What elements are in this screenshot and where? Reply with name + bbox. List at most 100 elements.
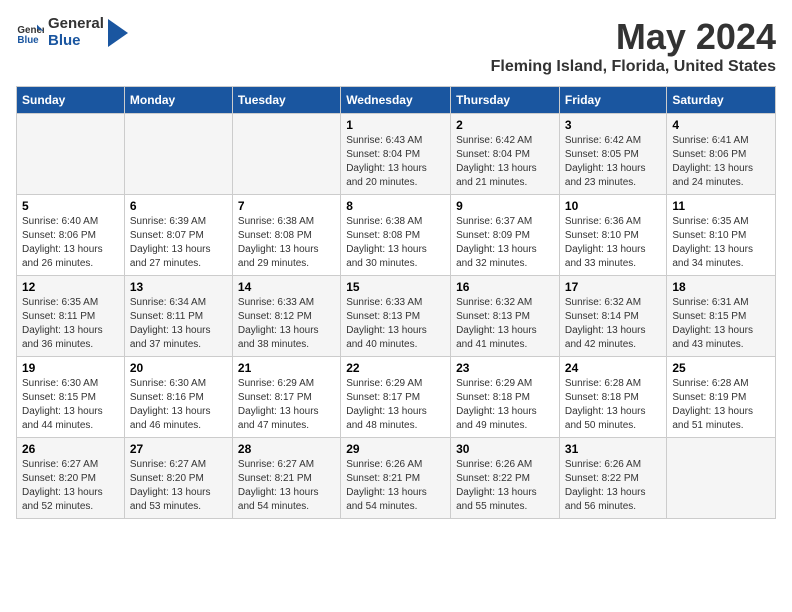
day-number: 27 xyxy=(130,442,227,456)
weekday-header-monday: Monday xyxy=(124,87,232,114)
day-number: 23 xyxy=(456,361,554,375)
day-number: 9 xyxy=(456,199,554,213)
day-number: 16 xyxy=(456,280,554,294)
svg-text:Blue: Blue xyxy=(17,34,39,45)
day-number: 2 xyxy=(456,118,554,132)
calendar-cell: 4 Sunrise: 6:41 AMSunset: 8:06 PMDaylight… xyxy=(667,114,776,195)
calendar-cell: 19Sunrise: 6:30 AMSunset: 8:15 PMDayligh… xyxy=(17,357,125,438)
day-number: 15 xyxy=(346,280,445,294)
day-info: Sunrise: 6:27 AMSunset: 8:20 PMDaylight:… xyxy=(130,458,227,514)
day-number: 22 xyxy=(346,361,445,375)
calendar-cell xyxy=(232,114,340,195)
calendar-cell xyxy=(667,438,776,519)
calendar-cell: 9Sunrise: 6:37 AMSunset: 8:09 PMDaylight… xyxy=(451,195,560,276)
day-number: 7 xyxy=(238,199,335,213)
calendar-cell: 3 Sunrise: 6:42 AMSunset: 8:05 PMDaylight… xyxy=(559,114,666,195)
calendar-cell: 29Sunrise: 6:26 AMSunset: 8:21 PMDayligh… xyxy=(341,438,451,519)
day-number: 13 xyxy=(130,280,227,294)
calendar-cell: 10Sunrise: 6:36 AMSunset: 8:10 PMDayligh… xyxy=(559,195,666,276)
header: General Blue General Blue May 2024 Flemi… xyxy=(16,16,776,76)
calendar-cell: 6 Sunrise: 6:39 AMSunset: 8:07 PMDaylight… xyxy=(124,195,232,276)
calendar-cell: 24 Sunrise: 6:28 AMSunset: 8:18 PMDayligh… xyxy=(559,357,666,438)
calendar-cell: 26 Sunrise: 6:27 AMSunset: 8:20 PMDayligh… xyxy=(17,438,125,519)
calendar-cell: 11 Sunrise: 6:35 AMSunset: 8:10 PMDayligh… xyxy=(667,195,776,276)
calendar-cell: 8 Sunrise: 6:38 AMSunset: 8:08 PMDaylight… xyxy=(341,195,451,276)
day-info: Sunrise: 6:42 AMSunset: 8:04 PMDaylight:… xyxy=(456,134,554,190)
day-info: Sunrise: 6:27 AMSunset: 8:20 PMDaylight:… xyxy=(22,458,119,514)
day-number: 24 xyxy=(565,361,661,375)
day-number: 3 xyxy=(565,118,661,132)
day-number: 31 xyxy=(565,442,661,456)
logo-general-text: General xyxy=(48,16,104,33)
weekday-header-saturday: Saturday xyxy=(667,87,776,114)
calendar-cell: 16 Sunrise: 6:32 AMSunset: 8:13 PMDayligh… xyxy=(451,276,560,357)
day-info: Sunrise: 6:34 AMSunset: 8:11 PMDaylight:… xyxy=(130,296,227,352)
calendar-cell: 7 Sunrise: 6:38 AMSunset: 8:08 PMDaylight… xyxy=(232,195,340,276)
day-number: 29 xyxy=(346,442,445,456)
calendar-cell: 25Sunrise: 6:28 AMSunset: 8:19 PMDayligh… xyxy=(667,357,776,438)
day-number: 21 xyxy=(238,361,335,375)
calendar-cell: 17Sunrise: 6:32 AMSunset: 8:14 PMDayligh… xyxy=(559,276,666,357)
day-info: Sunrise: 6:35 AMSunset: 8:10 PMDaylight:… xyxy=(672,215,770,271)
calendar-week-row: 12 Sunrise: 6:35 AMSunset: 8:11 PMDayligh… xyxy=(17,276,776,357)
day-number: 11 xyxy=(672,199,770,213)
day-info: Sunrise: 6:39 AMSunset: 8:07 PMDaylight:… xyxy=(130,215,227,271)
day-info: Sunrise: 6:29 AMSunset: 8:17 PMDaylight:… xyxy=(346,377,445,433)
day-info: Sunrise: 6:35 AMSunset: 8:11 PMDaylight:… xyxy=(22,296,119,352)
day-number: 5 xyxy=(22,199,119,213)
day-number: 14 xyxy=(238,280,335,294)
calendar-cell: 15 Sunrise: 6:33 AMSunset: 8:13 PMDayligh… xyxy=(341,276,451,357)
subtitle: Fleming Island, Florida, United States xyxy=(491,58,776,76)
calendar-body: 1 Sunrise: 6:43 AMSunset: 8:04 PMDaylight… xyxy=(17,114,776,519)
day-info: Sunrise: 6:31 AMSunset: 8:15 PMDaylight:… xyxy=(672,296,770,352)
calendar-cell: 31Sunrise: 6:26 AMSunset: 8:22 PMDayligh… xyxy=(559,438,666,519)
day-info: Sunrise: 6:33 AMSunset: 8:12 PMDaylight:… xyxy=(238,296,335,352)
day-info: Sunrise: 6:30 AMSunset: 8:15 PMDaylight:… xyxy=(22,377,119,433)
weekday-header-thursday: Thursday xyxy=(451,87,560,114)
day-info: Sunrise: 6:43 AMSunset: 8:04 PMDaylight:… xyxy=(346,134,445,190)
calendar-cell: 30Sunrise: 6:26 AMSunset: 8:22 PMDayligh… xyxy=(451,438,560,519)
day-number: 12 xyxy=(22,280,119,294)
calendar-week-row: 5 Sunrise: 6:40 AMSunset: 8:06 PMDaylight… xyxy=(17,195,776,276)
day-number: 6 xyxy=(130,199,227,213)
calendar-table: SundayMondayTuesdayWednesdayThursdayFrid… xyxy=(16,86,776,519)
day-number: 10 xyxy=(565,199,661,213)
weekday-header-friday: Friday xyxy=(559,87,666,114)
day-info: Sunrise: 6:42 AMSunset: 8:05 PMDaylight:… xyxy=(565,134,661,190)
calendar-cell: 12 Sunrise: 6:35 AMSunset: 8:11 PMDayligh… xyxy=(17,276,125,357)
day-number: 4 xyxy=(672,118,770,132)
logo-arrow-icon xyxy=(108,19,128,47)
calendar-cell: 27 Sunrise: 6:27 AMSunset: 8:20 PMDayligh… xyxy=(124,438,232,519)
calendar-week-row: 19Sunrise: 6:30 AMSunset: 8:15 PMDayligh… xyxy=(17,357,776,438)
day-info: Sunrise: 6:28 AMSunset: 8:18 PMDaylight:… xyxy=(565,377,661,433)
calendar-week-row: 26 Sunrise: 6:27 AMSunset: 8:20 PMDayligh… xyxy=(17,438,776,519)
calendar-cell: 23 Sunrise: 6:29 AMSunset: 8:18 PMDayligh… xyxy=(451,357,560,438)
weekday-header-sunday: Sunday xyxy=(17,87,125,114)
day-info: Sunrise: 6:33 AMSunset: 8:13 PMDaylight:… xyxy=(346,296,445,352)
day-info: Sunrise: 6:38 AMSunset: 8:08 PMDaylight:… xyxy=(238,215,335,271)
calendar-cell: 28 Sunrise: 6:27 AMSunset: 8:21 PMDayligh… xyxy=(232,438,340,519)
weekday-header-tuesday: Tuesday xyxy=(232,87,340,114)
calendar-cell: 2 Sunrise: 6:42 AMSunset: 8:04 PMDaylight… xyxy=(451,114,560,195)
calendar-cell: 13 Sunrise: 6:34 AMSunset: 8:11 PMDayligh… xyxy=(124,276,232,357)
title-area: May 2024 Fleming Island, Florida, United… xyxy=(491,16,776,76)
day-info: Sunrise: 6:41 AMSunset: 8:06 PMDaylight:… xyxy=(672,134,770,190)
weekday-header-wednesday: Wednesday xyxy=(341,87,451,114)
day-info: Sunrise: 6:40 AMSunset: 8:06 PMDaylight:… xyxy=(22,215,119,271)
day-info: Sunrise: 6:38 AMSunset: 8:08 PMDaylight:… xyxy=(346,215,445,271)
day-info: Sunrise: 6:29 AMSunset: 8:18 PMDaylight:… xyxy=(456,377,554,433)
day-info: Sunrise: 6:32 AMSunset: 8:13 PMDaylight:… xyxy=(456,296,554,352)
day-number: 26 xyxy=(22,442,119,456)
logo-icon: General Blue xyxy=(16,19,44,47)
main-title: May 2024 xyxy=(491,16,776,58)
logo: General Blue General Blue xyxy=(16,16,128,49)
day-number: 1 xyxy=(346,118,445,132)
calendar-cell: 21Sunrise: 6:29 AMSunset: 8:17 PMDayligh… xyxy=(232,357,340,438)
day-info: Sunrise: 6:27 AMSunset: 8:21 PMDaylight:… xyxy=(238,458,335,514)
day-number: 28 xyxy=(238,442,335,456)
calendar-cell: 22 Sunrise: 6:29 AMSunset: 8:17 PMDayligh… xyxy=(341,357,451,438)
calendar-header: SundayMondayTuesdayWednesdayThursdayFrid… xyxy=(17,87,776,114)
day-number: 8 xyxy=(346,199,445,213)
calendar-week-row: 1 Sunrise: 6:43 AMSunset: 8:04 PMDaylight… xyxy=(17,114,776,195)
calendar-cell: 1 Sunrise: 6:43 AMSunset: 8:04 PMDaylight… xyxy=(341,114,451,195)
